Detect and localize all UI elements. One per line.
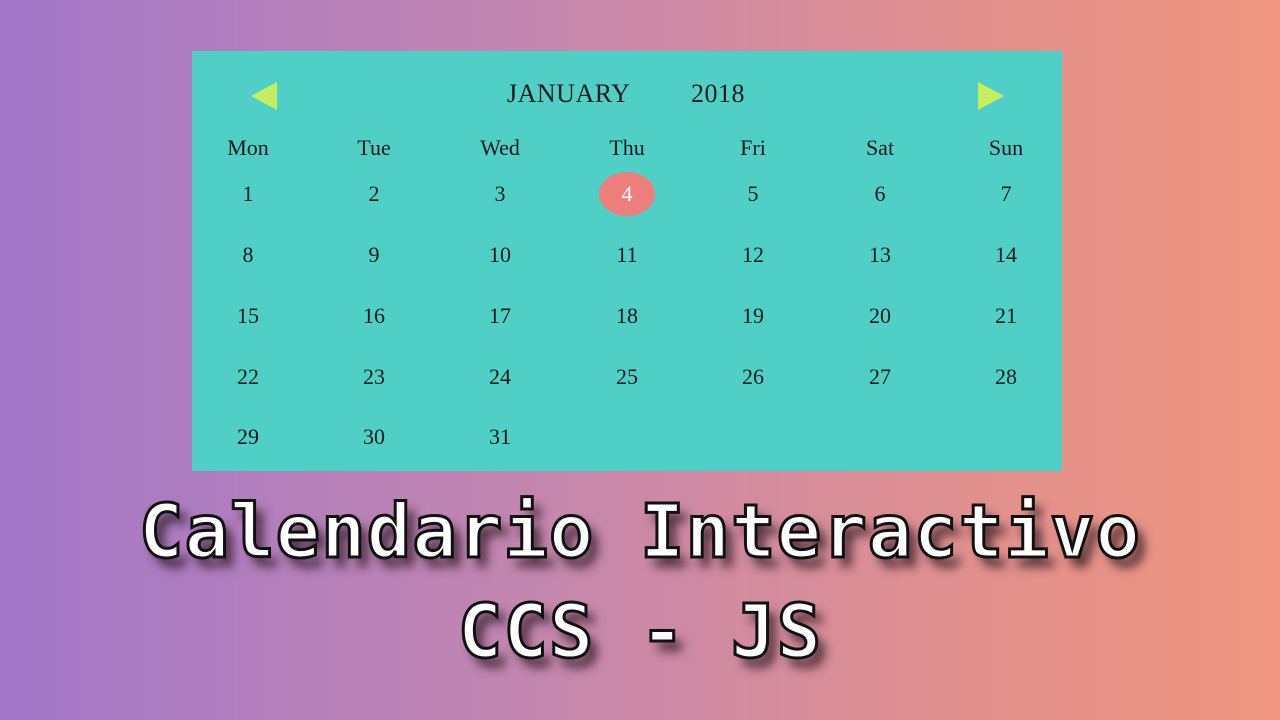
day-cell[interactable]: 13 [850, 241, 910, 269]
day-cell[interactable]: 11 [597, 241, 657, 269]
day-cell[interactable]: 18 [597, 302, 657, 330]
day-cell[interactable]: 8 [218, 241, 278, 269]
month-label: JANUARY [507, 79, 631, 108]
day-cell[interactable]: 28 [976, 363, 1036, 391]
title-line-2: CCS - JS [456, 589, 823, 676]
next-month-arrow-icon[interactable] [978, 82, 1004, 110]
day-cell[interactable]: 26 [723, 363, 783, 391]
day-cell[interactable]: 16 [344, 302, 404, 330]
day-cell[interactable]: 24 [470, 363, 530, 391]
day-cell[interactable]: 20 [850, 302, 910, 330]
day-cell[interactable]: 25 [597, 363, 657, 391]
weekday-mon: Mon [227, 135, 269, 160]
day-cell[interactable]: 29 [218, 423, 278, 451]
day-cell[interactable]: 19 [723, 302, 783, 330]
weekday-wed: Wed [480, 135, 520, 160]
day-cell-today[interactable]: 4 [599, 172, 655, 216]
weekday-thu: Thu [609, 135, 645, 160]
day-cell[interactable]: 14 [976, 241, 1036, 269]
weekday-fri: Fri [740, 135, 766, 160]
day-cell[interactable]: 7 [976, 180, 1036, 208]
day-cell[interactable]: 5 [723, 180, 783, 208]
day-cell[interactable]: 23 [344, 363, 404, 391]
day-cell[interactable]: 27 [850, 363, 910, 391]
day-cell[interactable]: 30 [344, 423, 404, 451]
previous-month-arrow-icon[interactable] [251, 82, 277, 110]
day-cell[interactable]: 3 [470, 180, 530, 208]
day-cell[interactable]: 1 [218, 180, 278, 208]
weekday-sat: Sat [865, 135, 895, 160]
day-cell[interactable]: 10 [470, 241, 530, 269]
weekday-tue: Tue [357, 135, 391, 160]
year-label: 2018 [691, 79, 745, 108]
day-cell[interactable]: 21 [976, 302, 1036, 330]
day-cell[interactable]: 31 [470, 423, 530, 451]
day-cell[interactable]: 15 [218, 302, 278, 330]
day-cell[interactable]: 12 [723, 241, 783, 269]
day-cell[interactable]: 2 [344, 180, 404, 208]
weekday-sun: Sun [988, 135, 1024, 160]
title-line-1: Calendario Interactivo [137, 489, 1142, 576]
day-cell[interactable]: 6 [850, 180, 910, 208]
day-cell[interactable]: 9 [344, 241, 404, 269]
day-cell[interactable]: 17 [470, 302, 530, 330]
day-cell[interactable]: 22 [218, 363, 278, 391]
